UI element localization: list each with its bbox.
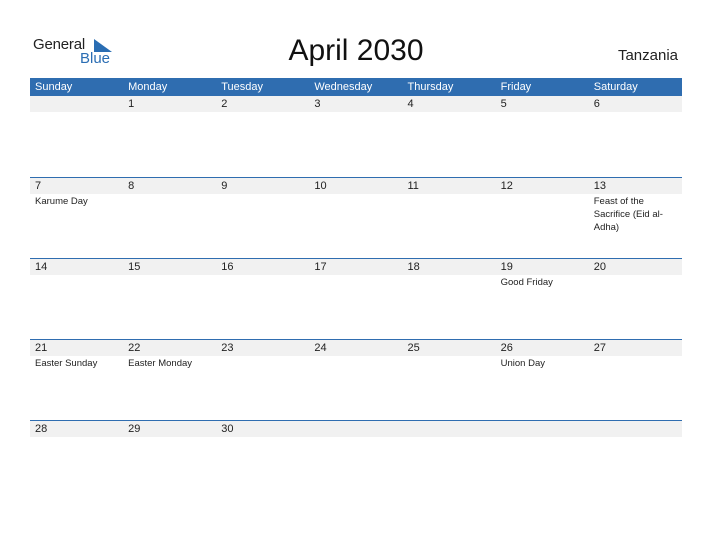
holiday-label: [30, 112, 123, 113]
holiday-label: [216, 194, 309, 234]
day-number: 16: [221, 261, 234, 273]
holiday-label: [403, 194, 496, 234]
holiday-label: [30, 437, 123, 438]
week-row: 21 22 23 24 25 26 27 Easter Sunday Easter Monday…: [30, 339, 682, 420]
holiday-label: [403, 275, 496, 289]
calendar-grid: Sunday Monday Tuesday Wednesday Thursday…: [30, 78, 682, 501]
holiday-label: Easter Monday: [128, 358, 193, 369]
day-number: [589, 421, 682, 437]
holiday-label: Feast of the Sacrifice (Eid al-Adha): [593, 196, 663, 233]
holiday-label: [496, 112, 589, 113]
holiday-label: [589, 275, 682, 289]
events-row: Good Friday: [30, 275, 682, 289]
events-row: Easter Sunday Easter Monday Union Day: [30, 356, 682, 370]
day-number: [309, 421, 402, 437]
weekday-tuesday: Tuesday: [221, 81, 264, 93]
holiday-label: [309, 356, 402, 370]
day-number: 1: [128, 98, 135, 110]
holiday-label: [403, 112, 496, 113]
day-number: 3: [314, 98, 321, 110]
holiday-label: Union Day: [500, 358, 545, 369]
week-row: 1 2 3 4 5 6: [30, 96, 682, 177]
week-row: 28 29 30: [30, 420, 682, 501]
day-number: 14: [35, 261, 48, 273]
day-number: 12: [500, 180, 513, 192]
day-number: 15: [128, 261, 141, 273]
holiday-label: [216, 437, 309, 438]
holiday-label: [123, 275, 216, 289]
day-number: 7: [35, 180, 42, 192]
holiday-label: [309, 437, 402, 438]
weekday-header: Sunday Monday Tuesday Wednesday Thursday…: [30, 78, 682, 96]
holiday-label: [403, 437, 496, 438]
day-number: 29: [128, 423, 141, 435]
day-number: 19: [500, 261, 513, 273]
day-number: 5: [500, 98, 507, 110]
holiday-label: [309, 275, 402, 289]
page-title: April 2030: [288, 34, 424, 67]
holiday-label: Easter Sunday: [35, 358, 98, 369]
weekday-friday: Friday: [500, 81, 532, 93]
holiday-label: [589, 112, 682, 113]
holiday-label: [496, 437, 589, 438]
day-number: [30, 96, 123, 112]
day-number: 24: [314, 342, 327, 354]
events-row: [30, 437, 682, 438]
day-number: 23: [221, 342, 234, 354]
events-row: Karume Day Feast of the Sacrifice (Eid al…: [30, 194, 682, 234]
weeks-container: 1 2 3 4 5 6 7 8 9 10 11 12 13 Karume Day Feast of the …: [30, 96, 682, 501]
date-strip: 21 22 23 24 25 26 27: [30, 340, 682, 356]
holiday-label: [216, 275, 309, 289]
day-number: 17: [314, 261, 327, 273]
weekday-saturday: Saturday: [593, 81, 638, 93]
holiday-label: [123, 437, 216, 438]
holiday-label: [589, 437, 682, 438]
date-strip: 28 29 30: [30, 421, 682, 437]
day-number: 6: [593, 98, 600, 110]
day-number: 11: [407, 180, 419, 192]
holiday-label: [216, 112, 309, 113]
day-number: 21: [35, 342, 48, 354]
holiday-label: [123, 112, 216, 113]
holiday-label: [589, 356, 682, 370]
date-strip: 1 2 3 4 5 6: [30, 96, 682, 112]
holiday-label: [403, 356, 496, 370]
day-number: 9: [221, 180, 228, 192]
week-row: 7 8 9 10 11 12 13 Karume Day Feast of the Sacrif…: [30, 177, 682, 258]
day-number: 30: [221, 423, 234, 435]
weekday-monday: Monday: [128, 81, 168, 93]
day-number: [403, 421, 496, 437]
country-label: Tanzania: [617, 47, 678, 64]
holiday-label: [30, 275, 123, 289]
holiday-label: [496, 194, 589, 234]
day-number: 26: [500, 342, 513, 354]
day-number: 2: [221, 98, 228, 110]
holiday-label: [309, 194, 402, 234]
day-number: 10: [314, 180, 327, 192]
week-row: 14 15 16 17 18 19 20 Good Friday: [30, 258, 682, 339]
weekday-wednesday: Wednesday: [314, 81, 373, 93]
holiday-label: Good Friday: [500, 277, 553, 288]
holiday-label: [216, 356, 309, 370]
day-number: 25: [407, 342, 420, 354]
date-strip: 7 8 9 10 11 12 13: [30, 178, 682, 194]
holiday-label: [123, 194, 216, 234]
day-number: 22: [128, 342, 141, 354]
events-row: [30, 112, 682, 113]
day-number: 4: [407, 98, 414, 110]
day-number: 18: [407, 261, 420, 273]
holiday-label: [309, 112, 402, 113]
weekday-sunday: Sunday: [35, 81, 73, 93]
day-number: [496, 421, 589, 437]
day-number: 20: [593, 261, 606, 273]
holiday-label: Karume Day: [35, 196, 88, 207]
weekday-thursday: Thursday: [407, 81, 454, 93]
day-number: 8: [128, 180, 135, 192]
day-number: 13: [593, 180, 606, 192]
day-number: 27: [593, 342, 606, 354]
date-strip: 14 15 16 17 18 19 20: [30, 259, 682, 275]
day-number: 28: [35, 423, 48, 435]
